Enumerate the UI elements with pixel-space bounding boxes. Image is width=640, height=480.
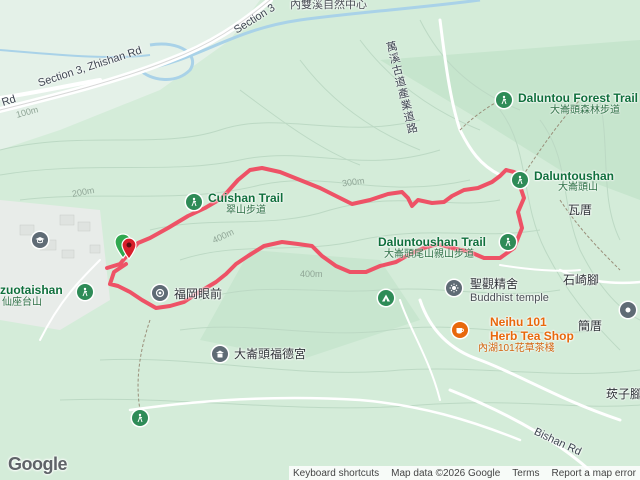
google-logo: Google xyxy=(8,454,68,474)
daluntoushan-trail-pin[interactable] xyxy=(500,234,516,250)
cafe-icon xyxy=(456,328,464,334)
neihu-cafe-pin[interactable] xyxy=(452,322,468,338)
neihu-cafe-label-zh: 內湖101花草茶棧 xyxy=(478,343,555,354)
contour-400b: 400m xyxy=(300,269,323,279)
daluntou-forest-label-zh: 大崙頭森林步道 xyxy=(550,105,620,116)
hiker-icon xyxy=(191,197,197,207)
temple-icon xyxy=(216,350,224,358)
fugang-viewpoint-pin[interactable] xyxy=(152,285,168,301)
place-zhuziliao: 莰子腳 xyxy=(606,387,640,401)
school-icon xyxy=(35,237,45,244)
hiker-icon xyxy=(137,413,143,423)
buddhist-temple-pin[interactable] xyxy=(446,280,462,296)
place-shiqijiao: 石崎腳 xyxy=(563,273,600,287)
place-fugang[interactable]: 福岡眼前 xyxy=(174,288,222,300)
hiker-icon xyxy=(505,237,511,247)
daluntoushan-trail-label-zh: 大崙頭尾山親山步道 xyxy=(384,249,474,260)
campground-pin[interactable] xyxy=(378,290,394,306)
location-pin-icon[interactable] xyxy=(114,232,138,266)
school-pin[interactable] xyxy=(32,232,48,248)
terms-link[interactable]: Terms xyxy=(512,468,539,479)
campground-icon xyxy=(382,294,390,302)
place-fudegong[interactable]: 大崙頭福德宮 xyxy=(234,348,306,360)
place-icon xyxy=(625,307,631,313)
place-jianliao: 簡厝 xyxy=(578,319,603,333)
hiker-icon xyxy=(82,287,88,297)
fudegong-pin[interactable] xyxy=(212,346,228,362)
daluntoushan-label-zh: 大崙頭山 xyxy=(558,182,598,193)
neihu-cafe-label[interactable]: Neihu 101 xyxy=(490,316,547,328)
cuishan-trail-label[interactable]: Cuishan Trail xyxy=(208,192,283,204)
hiker-icon xyxy=(501,95,507,105)
daluntoushan-label[interactable]: Daluntoushan xyxy=(534,170,614,182)
place-waliao: 瓦厝 xyxy=(568,203,593,217)
report-error-link[interactable]: Report a map error xyxy=(552,468,636,479)
viewpoint-icon xyxy=(155,288,165,298)
place-shengguan: 聖觀精舍 xyxy=(470,277,519,291)
place-neishuangxi: 內雙溪自然中心 xyxy=(290,0,367,11)
lower-trail-pin[interactable] xyxy=(132,410,148,426)
buddhist-temple-label[interactable]: Buddhist temple xyxy=(470,293,549,304)
zuotaishan-label-zh: 仙座台山 xyxy=(2,297,42,308)
daluntoushan-trail-label[interactable]: Daluntoushan Trail xyxy=(378,236,486,248)
map-data-text: Map data ©2026 Google xyxy=(391,467,501,479)
zuotaishan-pin[interactable] xyxy=(77,284,93,300)
extra-place-pin[interactable] xyxy=(620,302,636,318)
neihu-cafe-label-2[interactable]: Herb Tea Shop xyxy=(490,330,574,342)
zuotaishan-label[interactable]: zuotaishan xyxy=(0,284,63,296)
daluntou-forest-pin[interactable] xyxy=(496,92,512,108)
cuishan-trail-label-zh: 翠山步道 xyxy=(226,205,266,216)
map-canvas[interactable] xyxy=(0,0,640,480)
daluntoushan-pin[interactable] xyxy=(512,172,528,188)
cuishan-trail-pin[interactable] xyxy=(186,194,202,210)
hiker-icon xyxy=(517,175,523,185)
keyboard-shortcuts-link[interactable]: Keyboard shortcuts xyxy=(293,468,379,479)
attribution-bar: Keyboard shortcuts Map data ©2026 Google… xyxy=(288,466,640,480)
daluntou-forest-label[interactable]: Daluntou Forest Trail xyxy=(518,92,638,104)
temple-icon xyxy=(449,283,459,293)
